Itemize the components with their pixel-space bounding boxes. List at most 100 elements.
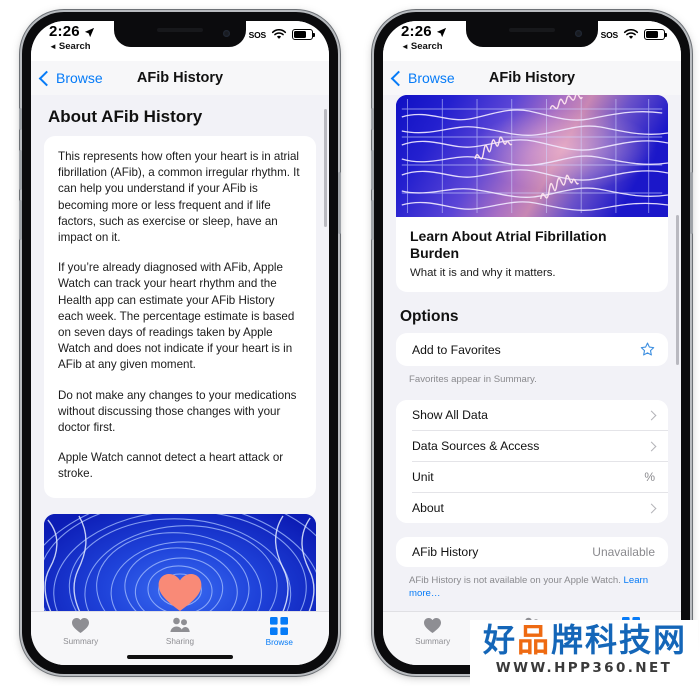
watermark-chinese: 好 品 牌 科 技 网 xyxy=(470,620,698,660)
back-button[interactable]: Browse xyxy=(38,70,103,86)
row-label: About xyxy=(412,501,444,515)
grid-icon xyxy=(270,617,289,635)
phone-left: 2:26 ◄ Search SOS Browse AFib History Ab… xyxy=(19,12,341,674)
unit-value: % xyxy=(644,470,655,484)
chevron-left-icon xyxy=(38,70,55,86)
watermark-char: 牌 xyxy=(550,621,583,659)
afib-status-note: AFib History is not available on your Ap… xyxy=(409,574,681,600)
back-button[interactable]: Browse xyxy=(390,70,455,86)
sos-indicator: SOS xyxy=(600,29,619,40)
tab-sharing[interactable]: Sharing xyxy=(130,617,229,646)
chevron-left-icon xyxy=(390,70,407,86)
options-group: Show All Data Data Sources & Access Unit… xyxy=(396,400,668,523)
learn-about-heading: Learn About Atrial Fibrillation Burden xyxy=(410,228,607,261)
phone-right: 2:26 ◄ Search SOS Browse AFib History Le… xyxy=(371,12,693,674)
row-label: Unit xyxy=(412,470,434,484)
back-to-app-label: Search xyxy=(410,41,443,52)
row-label: Show All Data xyxy=(412,408,488,422)
afib-status-note-text: AFib History is not available on your Ap… xyxy=(409,575,624,586)
back-to-app-button[interactable]: ◄ Search xyxy=(49,41,95,52)
tab-summary[interactable]: Summary xyxy=(383,617,482,646)
mute-switch[interactable] xyxy=(19,108,22,130)
add-to-favorites-row[interactable]: Add to Favorites xyxy=(396,333,668,366)
notch xyxy=(114,21,246,47)
afib-status-label: AFib History xyxy=(412,545,479,559)
about-text-card: This represents how often your heart is … xyxy=(44,136,316,498)
status-bar-left-group: 2:26 ◄ Search xyxy=(401,23,447,52)
tab-summary-label: Summary xyxy=(415,637,451,646)
chevron-right-icon xyxy=(646,441,657,451)
favorites-group: Add to Favorites xyxy=(396,333,668,366)
scrollbar-thumb[interactable] xyxy=(324,109,327,227)
learn-about-subtitle: What it is and why it matters. xyxy=(410,267,556,279)
sos-indicator: SOS xyxy=(248,29,267,40)
back-button-label: Browse xyxy=(56,70,103,86)
battery-icon xyxy=(644,29,668,40)
row-label: Data Sources & Access xyxy=(412,439,540,453)
back-to-app-label: Search xyxy=(58,41,91,52)
learn-about-card[interactable]: Learn About Atrial Fibrillation Burden W… xyxy=(396,95,668,292)
watermark-url: WWW.HPP360.NET xyxy=(495,660,673,676)
page-title: About AFib History xyxy=(48,107,203,126)
heart-icon xyxy=(72,618,90,633)
afib-status-row: AFib History Unavailable xyxy=(396,537,668,567)
home-indicator[interactable] xyxy=(127,655,233,659)
back-to-app-button[interactable]: ◄ Search xyxy=(401,41,447,52)
watermark-char: 好 xyxy=(482,621,515,659)
wifi-icon xyxy=(623,29,639,39)
wifi-icon xyxy=(271,29,287,39)
tab-sharing-label: Sharing xyxy=(165,637,195,646)
status-bar-right-group: SOS xyxy=(248,29,316,40)
about-paragraph: This represents how often your heart is … xyxy=(58,150,300,245)
earpiece-speaker xyxy=(157,28,203,32)
location-arrow-icon xyxy=(84,27,94,37)
nav-bar-left: Browse AFib History xyxy=(31,61,329,95)
status-time-group: 2:26 xyxy=(401,23,447,41)
about-paragraph: Apple Watch cannot detect a heart attack… xyxy=(58,451,284,481)
back-triangle-icon: ◄ xyxy=(401,41,409,51)
scrollbar-thumb[interactable] xyxy=(676,215,679,365)
volume-down-button[interactable] xyxy=(19,200,22,240)
tab-summary[interactable]: Summary xyxy=(31,617,130,646)
add-to-favorites-label: Add to Favorites xyxy=(412,342,501,357)
content-left[interactable]: About AFib History This represents how o… xyxy=(31,95,329,617)
volume-down-button[interactable] xyxy=(371,200,374,240)
options-section-header: Options xyxy=(400,308,459,325)
watermark-char-accent: 品 xyxy=(516,621,549,659)
row-data-sources-access[interactable]: Data Sources & Access xyxy=(396,431,668,461)
afib-status-group: AFib History Unavailable xyxy=(396,537,668,567)
status-time-group: 2:26 xyxy=(49,23,95,41)
chevron-right-icon xyxy=(646,503,657,513)
power-button[interactable] xyxy=(338,172,341,234)
earpiece-speaker xyxy=(509,28,555,32)
row-about[interactable]: About xyxy=(396,493,668,523)
star-outline-icon[interactable] xyxy=(640,342,655,357)
battery-icon xyxy=(292,29,316,40)
heart-ripple-artwork xyxy=(44,513,316,617)
power-button[interactable] xyxy=(690,172,693,234)
back-button-label: Browse xyxy=(408,70,455,86)
chevron-right-icon xyxy=(646,410,657,420)
notch xyxy=(466,21,598,47)
nav-bar-right: Browse AFib History xyxy=(383,61,681,95)
volume-up-button[interactable] xyxy=(19,150,22,190)
nav-title: AFib History xyxy=(136,70,224,86)
nav-title: AFib History xyxy=(488,70,576,86)
screenshot-stage: 2:26 ◄ Search SOS Browse AFib History Ab… xyxy=(0,0,700,686)
location-arrow-icon xyxy=(436,27,446,37)
favorites-note: Favorites appear in Summary. xyxy=(409,374,537,385)
status-bar-right-group: SOS xyxy=(600,29,668,40)
watermark: 好 品 牌 科 技 网 WWW.HPP360.NET xyxy=(470,620,698,686)
tab-browse[interactable]: Browse xyxy=(230,617,329,647)
volume-up-button[interactable] xyxy=(371,150,374,190)
afib-status-value: Unavailable xyxy=(592,545,655,559)
front-camera xyxy=(575,30,582,37)
heart-icon xyxy=(424,618,442,633)
row-unit[interactable]: Unit % xyxy=(396,462,668,492)
tab-summary-label: Summary xyxy=(63,637,99,646)
status-bar-left-group: 2:26 ◄ Search xyxy=(49,23,95,52)
watermark-char: 技 xyxy=(619,621,652,659)
row-show-all-data[interactable]: Show All Data xyxy=(396,400,668,430)
mute-switch[interactable] xyxy=(371,108,374,130)
content-right[interactable]: Learn About Atrial Fibrillation Burden W… xyxy=(383,95,681,617)
